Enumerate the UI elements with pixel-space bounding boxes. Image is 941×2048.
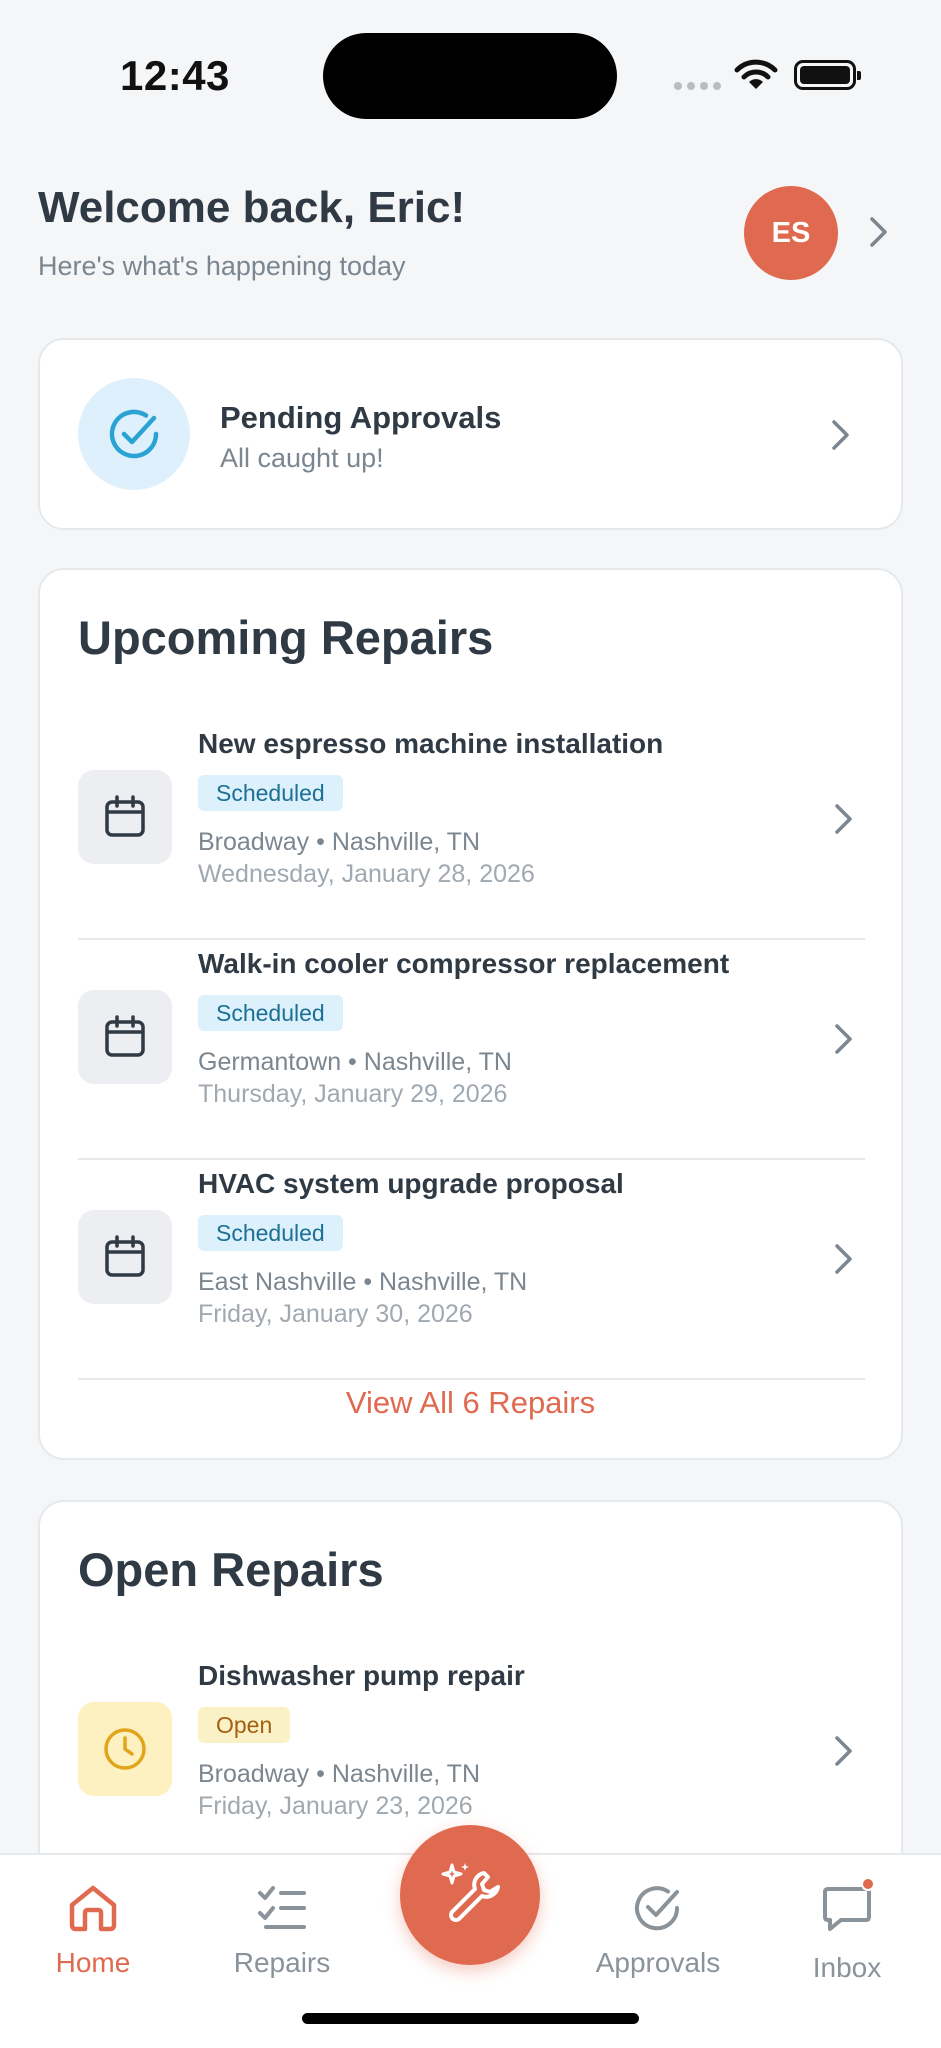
repair-title: Dishwasher pump repair [198,1660,525,1691]
repair-row[interactable]: HVAC system upgrade proposal Scheduled E… [78,1160,865,1380]
home-icon [69,1885,117,1932]
repair-row[interactable]: New espresso machine installation Schedu… [78,720,865,940]
status-bar: 12:43 [0,0,941,150]
repair-date: Wednesday, January 28, 2026 [198,860,535,888]
tab-approvals[interactable]: Approvals [578,1883,738,1979]
chevron-right-icon [833,1734,855,1773]
calendar-icon [78,770,172,864]
repair-date: Friday, January 23, 2026 [198,1792,473,1820]
tab-home[interactable]: Home [13,1883,173,1979]
calendar-icon [78,1210,172,1304]
repair-title: Walk-in cooler compressor replacement [198,948,730,979]
home-indicator [302,2013,639,2024]
repair-location: Broadway • Nashville, TN [198,1760,481,1788]
checklist-icon [258,1886,306,1929]
divider [78,1378,865,1380]
profile-avatar[interactable]: ES [744,186,838,280]
chevron-right-icon [830,418,852,457]
repair-location: East Nashville • Nashville, TN [198,1268,528,1296]
upcoming-repairs-card: Upcoming Repairs New espresso machine in… [38,568,903,1460]
unread-dot [861,1877,875,1891]
tab-approvals-label: Approvals [595,1947,721,1978]
upcoming-repairs-title: Upcoming Repairs [78,611,494,664]
status-badge: Scheduled [198,1215,343,1251]
new-repair-fab[interactable] [400,1825,540,1965]
welcome-subtitle: Here's what's happening today [38,251,406,281]
repair-title: New espresso machine installation [198,728,664,759]
repair-row[interactable]: Walk-in cooler compressor replacement Sc… [78,940,865,1160]
repair-date: Thursday, January 29, 2026 [198,1080,508,1108]
status-badge: Open [198,1707,291,1743]
sparkle-wrench-icon [441,1863,500,1922]
tab-home-label: Home [55,1947,131,1978]
repair-location: Germantown • Nashville, TN [198,1048,512,1076]
chevron-right-icon [833,1022,855,1061]
repair-date: Friday, January 30, 2026 [198,1300,473,1328]
welcome-heading: Welcome back, Eric! [38,183,466,232]
chevron-right-icon [833,1242,855,1281]
tab-repairs[interactable]: Repairs [202,1883,362,1979]
pending-approvals-card[interactable]: Pending Approvals All caught up! [38,338,903,530]
status-badge: Scheduled [198,775,343,811]
check-circle-icon [78,378,190,490]
wifi-icon [734,58,778,97]
view-all-repairs-link[interactable]: View All 6 Repairs [40,1385,901,1421]
battery-icon [794,60,861,90]
chevron-right-icon [833,802,855,841]
pending-approvals-title: Pending Approvals [220,400,502,435]
profile-chevron-icon[interactable] [868,215,890,254]
tab-inbox-label: Inbox [812,1952,882,1983]
status-time: 12:43 [120,52,230,99]
repair-location: Broadway • Nashville, TN [198,828,481,856]
dynamic-island [323,33,617,119]
pending-approvals-status: All caught up! [220,443,384,473]
calendar-icon [78,990,172,1084]
cellular-signal-icon [674,82,721,90]
open-repairs-title: Open Repairs [78,1543,384,1596]
check-circle-icon [635,1886,680,1931]
repair-title: HVAC system upgrade proposal [198,1168,624,1199]
clock-icon [78,1702,172,1796]
status-badge: Scheduled [198,995,343,1031]
tab-inbox[interactable]: Inbox [767,1877,927,1984]
tab-repairs-label: Repairs [233,1947,331,1978]
